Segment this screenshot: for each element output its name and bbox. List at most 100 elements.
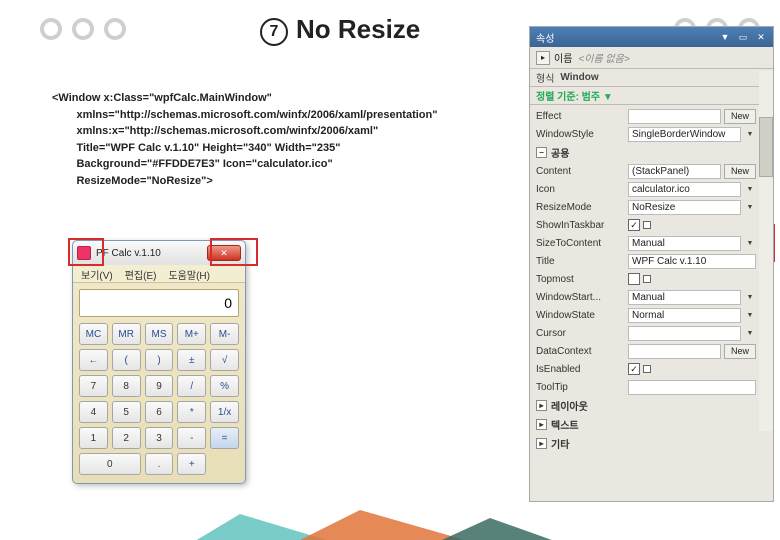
name-label: 이름 xyxy=(554,50,572,65)
collapse-icon[interactable]: − xyxy=(536,147,547,158)
calc-button[interactable]: M- xyxy=(210,323,239,345)
new-button[interactable]: New xyxy=(724,109,756,124)
calc-button[interactable]: / xyxy=(177,375,206,397)
calc-button[interactable]: 9 xyxy=(145,375,174,397)
calc-button[interactable]: 7 xyxy=(79,375,108,397)
calc-button[interactable]: 5 xyxy=(112,401,141,423)
property-value-cell: WPF Calc v.1.10 xyxy=(628,254,767,269)
dropdown-icon[interactable]: ▼ xyxy=(719,31,731,43)
properties-header: 속성 ▼ ▭ ✕ xyxy=(530,27,773,47)
calc-button[interactable]: ± xyxy=(177,349,206,371)
dropdown-icon[interactable]: ▼ xyxy=(744,237,756,249)
property-value[interactable]: Manual xyxy=(628,290,741,305)
calc-button[interactable]: 4 xyxy=(79,401,108,423)
calc-button[interactable]: . xyxy=(145,453,174,475)
calc-button[interactable]: 1/x xyxy=(210,401,239,423)
property-value[interactable]: (StackPanel) xyxy=(628,164,721,179)
property-marker-icon[interactable] xyxy=(643,275,651,283)
category-header[interactable]: ▸레이아웃 xyxy=(530,396,773,415)
calc-button[interactable]: + xyxy=(177,453,206,475)
calc-button[interactable]: = xyxy=(210,427,239,449)
new-button[interactable]: New xyxy=(724,344,756,359)
checkbox[interactable]: ✓ xyxy=(628,363,640,375)
property-value[interactable]: calculator.ico xyxy=(628,182,741,197)
checkbox[interactable] xyxy=(628,273,640,285)
property-value-cell: New xyxy=(628,344,767,359)
dropdown-icon[interactable]: ▼ xyxy=(744,327,756,339)
property-value[interactable] xyxy=(628,344,721,359)
property-value-cell xyxy=(628,273,767,285)
calc-menubar: 보기(V) 편집(E) 도움말(H) xyxy=(73,265,245,283)
dropdown-icon[interactable]: ▼ xyxy=(744,128,756,140)
dropdown-icon[interactable]: ▼ xyxy=(744,183,756,195)
property-value[interactable] xyxy=(628,326,741,341)
property-row: TitleWPF Calc v.1.10 xyxy=(530,252,773,270)
new-button[interactable]: New xyxy=(724,164,756,179)
calc-button[interactable]: ← xyxy=(79,349,108,371)
property-row: DataContext New xyxy=(530,342,773,360)
calc-button[interactable]: 2 xyxy=(112,427,141,449)
calc-button[interactable]: 1 xyxy=(79,427,108,449)
scrollbar-thumb[interactable] xyxy=(759,117,773,177)
calc-button[interactable]: √ xyxy=(210,349,239,371)
property-marker-icon[interactable] xyxy=(643,365,651,373)
footer-decoration xyxy=(0,500,780,540)
category-header[interactable]: ▸ 텍스트 xyxy=(530,415,773,434)
expand-icon[interactable]: ▸ xyxy=(536,51,550,65)
name-value[interactable]: <이름 없음> xyxy=(578,50,629,65)
expand-icon[interactable]: ▸ xyxy=(536,400,547,411)
sort-label[interactable]: 정렬 기준: 범주 ▼ xyxy=(536,88,613,103)
property-value[interactable] xyxy=(628,380,756,395)
dropdown-icon[interactable]: ▼ xyxy=(744,291,756,303)
properties-header-title: 속성 xyxy=(536,30,554,45)
property-value[interactable]: Manual xyxy=(628,236,741,251)
calc-button[interactable]: % xyxy=(210,375,239,397)
property-row: Topmost xyxy=(530,270,773,288)
calc-button[interactable]: ( xyxy=(112,349,141,371)
category-header[interactable]: ▸기타 xyxy=(530,434,773,453)
property-value[interactable] xyxy=(628,109,721,124)
calc-button[interactable]: 8 xyxy=(112,375,141,397)
circle-icon xyxy=(104,18,126,40)
slide-title: 7No Resize xyxy=(260,14,420,48)
menu-edit[interactable]: 편집(E) xyxy=(125,267,157,280)
calc-button[interactable]: ) xyxy=(145,349,174,371)
calc-button[interactable]: - xyxy=(177,427,206,449)
property-value-cell: SingleBorderWindow▼ xyxy=(628,127,767,142)
menu-help[interactable]: 도움말(H) xyxy=(168,267,209,280)
close-icon[interactable]: ✕ xyxy=(755,31,767,43)
properties-toolbar: ▸ 이름 <이름 없음> xyxy=(530,47,773,69)
property-value[interactable]: NoResize xyxy=(628,200,741,215)
dropdown-icon[interactable]: ▼ xyxy=(744,201,756,213)
property-row: Content(StackPanel)New xyxy=(530,162,773,180)
dropdown-icon[interactable]: ▼ xyxy=(744,309,756,321)
property-value-cell: Manual▼ xyxy=(628,236,767,251)
pin-icon[interactable]: ▭ xyxy=(737,31,749,43)
calc-button[interactable]: 6 xyxy=(145,401,174,423)
property-name: ToolTip xyxy=(536,382,628,393)
properties-panel: 속성 ▼ ▭ ✕ ▸ 이름 <이름 없음> 형식 Window 정렬 기준: 범… xyxy=(529,26,774,502)
property-row: Cursor▼ xyxy=(530,324,773,342)
property-value[interactable]: WPF Calc v.1.10 xyxy=(628,254,756,269)
circle-icon xyxy=(40,18,62,40)
calc-window-title: PF Calc v.1.10 xyxy=(96,248,207,259)
calc-button[interactable]: 3 xyxy=(145,427,174,449)
calc-button[interactable]: 0 xyxy=(79,453,141,475)
calc-button[interactable]: M+ xyxy=(177,323,206,345)
category-label: 텍스트 xyxy=(551,417,579,432)
category-header[interactable]: −공용 xyxy=(530,143,773,162)
checkbox[interactable]: ✓ xyxy=(628,219,640,231)
property-value[interactable]: Normal xyxy=(628,308,741,323)
menu-view[interactable]: 보기(V) xyxy=(81,267,113,280)
calc-button[interactable]: MR xyxy=(112,323,141,345)
property-marker-icon[interactable] xyxy=(643,221,651,229)
property-name: WindowStart... xyxy=(536,292,628,303)
property-name: DataContext xyxy=(536,346,628,357)
calc-button[interactable]: MC xyxy=(79,323,108,345)
property-value[interactable]: SingleBorderWindow xyxy=(628,127,741,142)
highlight-icon-box xyxy=(68,238,104,266)
expand-icon[interactable]: ▸ xyxy=(536,438,547,449)
calc-button[interactable]: MS xyxy=(145,323,174,345)
expand-icon[interactable]: ▸ xyxy=(536,419,547,430)
calc-button[interactable]: * xyxy=(177,401,206,423)
